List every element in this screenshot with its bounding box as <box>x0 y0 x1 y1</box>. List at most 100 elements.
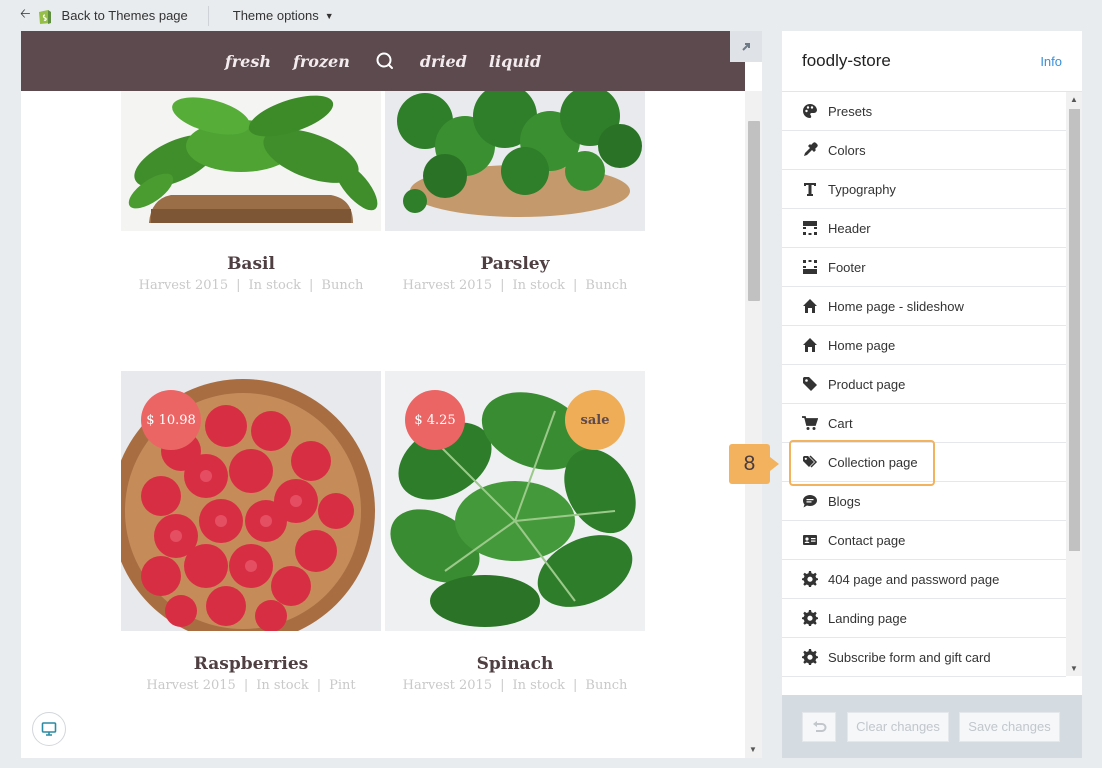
search-icon[interactable] <box>375 51 395 71</box>
menu-item-header[interactable]: Header <box>782 209 1066 248</box>
product-meta-spinach: Harvest 2015 | In stock | Bunch <box>402 678 628 693</box>
preview-scrollbar[interactable]: ▼ <box>745 91 762 758</box>
menu-item-label: Subscribe form and gift card <box>828 649 991 665</box>
product-meta-harvest: Harvest 2015 <box>146 678 236 693</box>
settings-menu: Presets Colors Typography Header Footer … <box>782 92 1066 677</box>
theme-settings-panel: foodly-store Info Presets Colors Typogra… <box>782 31 1082 758</box>
nav-link-frozen[interactable]: frozen <box>293 52 350 71</box>
menu-item-label: Home page <box>828 337 896 353</box>
nav-link-dried[interactable]: dried <box>420 52 467 71</box>
menu-item-label: Landing page <box>828 610 907 626</box>
divider <box>207 5 209 26</box>
nav-link-liquid[interactable]: liquid <box>489 52 541 71</box>
gear-icon <box>802 571 818 587</box>
menu-item-label: Footer <box>828 259 866 275</box>
product-title-basil[interactable]: Basil <box>121 254 381 274</box>
product-image-parsley[interactable] <box>385 91 645 231</box>
product-meta-unit: Bunch <box>321 278 364 293</box>
shopify-logo-icon <box>38 9 51 24</box>
theme-options-label: Theme options <box>232 8 319 23</box>
scroll-down-arrow-icon[interactable]: ▼ <box>1070 664 1078 673</box>
eyedropper-icon <box>804 142 818 156</box>
product-meta-unit: Bunch <box>585 278 628 293</box>
product-image-basil[interactable] <box>121 91 381 231</box>
product-meta-stock: In stock <box>256 678 309 693</box>
speech-bubble-icon <box>803 495 817 508</box>
gear-icon <box>802 610 818 626</box>
scroll-down-arrow-icon[interactable]: ▼ <box>749 745 757 754</box>
product-meta-stock: In stock <box>248 278 302 293</box>
menu-item-colors[interactable]: Colors <box>782 131 1066 170</box>
product-meta-raspberries: Harvest 2015 | In stock | Pint <box>146 678 356 693</box>
panel-footer: Clear changes Save changes <box>782 695 1082 758</box>
clear-changes-button[interactable]: Clear changes <box>847 711 949 742</box>
scroll-up-arrow-icon[interactable]: ▲ <box>1070 95 1078 104</box>
back-to-themes-link[interactable]: 🡠 Back to Themes page <box>0 0 188 31</box>
product-meta-stock: In stock <box>512 678 566 693</box>
product-meta-harvest: Harvest 2015 <box>138 278 229 293</box>
store-preview: Basil Harvest 2015 | In stock | Bunch Parsle… <box>21 31 762 758</box>
menu-item-404-page[interactable]: 404 page and password page <box>782 560 1066 599</box>
undo-button[interactable] <box>802 711 836 742</box>
info-link[interactable]: Info <box>1040 54 1062 69</box>
menu-item-label: Product page <box>828 376 906 392</box>
product-meta-harvest: Harvest 2015 <box>402 678 493 693</box>
gear-icon <box>802 649 818 665</box>
menu-item-blogs[interactable]: Blogs <box>782 482 1066 521</box>
store-nav-bar: fresh frozen dried liquid <box>21 31 745 91</box>
panel-header: foodly-store Info <box>782 31 1082 92</box>
price-badge-raspberries: $ 10.98 <box>141 390 201 450</box>
product-meta-basil: Harvest 2015 | In stock | Bunch <box>138 278 364 293</box>
menu-item-subscribe-form[interactable]: Subscribe form and gift card <box>782 638 1066 677</box>
product-meta-stock: In stock <box>512 278 566 293</box>
home-icon <box>803 299 817 313</box>
menu-item-product-page[interactable]: Product page <box>782 365 1066 404</box>
product-title-spinach[interactable]: Spinach <box>385 654 645 674</box>
menu-item-cart[interactable]: Cart <box>782 404 1066 443</box>
header-layout-icon <box>803 221 817 235</box>
menu-item-label: Home page - slideshow <box>828 298 964 314</box>
menu-item-presets[interactable]: Presets <box>782 92 1066 131</box>
store-name: foodly-store <box>802 51 891 70</box>
panel-scrollbar[interactable]: ▲ ▼ <box>1066 92 1082 676</box>
step-callout-badge: 8 <box>729 444 779 484</box>
menu-item-label: Blogs <box>828 493 861 509</box>
expand-arrow-icon <box>742 42 750 51</box>
menu-item-label: Presets <box>828 103 873 119</box>
save-changes-button[interactable]: Save changes <box>959 711 1060 742</box>
menu-item-label: Contact page <box>828 532 906 548</box>
back-to-themes-label: Back to Themes page <box>61 8 188 23</box>
product-meta-unit: Pint <box>329 678 356 693</box>
panel-scrollbar-thumb[interactable] <box>1069 109 1080 551</box>
menu-item-typography[interactable]: Typography <box>782 170 1066 209</box>
menu-item-landing-page[interactable]: Landing page <box>782 599 1066 638</box>
product-meta-unit: Bunch <box>585 678 628 693</box>
top-bar: 🡠 Back to Themes page Theme options ▼ <box>0 0 1102 31</box>
preview-scrollbar-thumb[interactable] <box>748 121 760 301</box>
menu-item-label: Typography <box>828 181 896 197</box>
nav-link-fresh[interactable]: fresh <box>225 52 271 71</box>
menu-item-home-page[interactable]: Home page <box>782 326 1066 365</box>
product-title-raspberries[interactable]: Raspberries <box>121 654 381 674</box>
expand-preview-button[interactable] <box>730 31 762 62</box>
arrow-left-icon: 🡠 <box>20 5 31 21</box>
theme-options-dropdown[interactable]: Theme options ▼ <box>233 8 334 23</box>
menu-item-home-page-slideshow[interactable]: Home page - slideshow <box>782 287 1066 326</box>
menu-item-footer[interactable]: Footer <box>782 248 1066 287</box>
typography-icon <box>804 183 816 196</box>
tag-icon <box>803 377 817 391</box>
product-meta-harvest: Harvest 2015 <box>402 278 493 293</box>
menu-item-label: Cart <box>828 415 853 431</box>
product-title-parsley[interactable]: Parsley <box>385 254 645 274</box>
product-meta-parsley: Harvest 2015 | In stock | Bunch <box>402 278 628 293</box>
menu-item-label: 404 page and password page <box>828 571 1000 587</box>
palette-icon <box>803 103 817 118</box>
desktop-view-button[interactable] <box>32 712 66 746</box>
menu-item-label: Header <box>828 220 871 236</box>
cart-icon <box>802 416 818 430</box>
undo-icon <box>813 720 827 732</box>
menu-item-label: Colors <box>828 142 866 158</box>
price-badge-spinach: $ 4.25 <box>405 390 465 450</box>
contact-card-icon <box>803 535 817 545</box>
menu-item-contact-page[interactable]: Contact page <box>782 521 1066 560</box>
